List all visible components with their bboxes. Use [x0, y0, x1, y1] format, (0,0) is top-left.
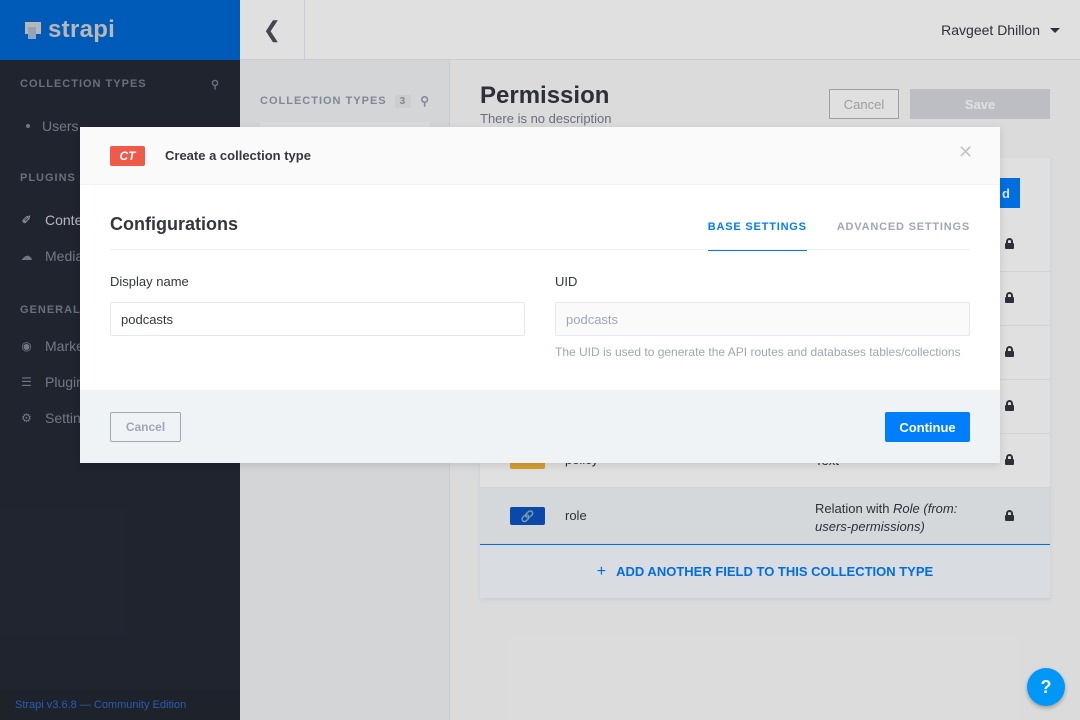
modal-footer: Cancel Continue [80, 390, 1000, 463]
ct-badge: CT [110, 145, 145, 166]
modal-cancel-button[interactable]: Cancel [110, 412, 181, 442]
uid-input[interactable]: podcasts [555, 302, 970, 336]
continue-button[interactable]: Continue [885, 412, 970, 442]
modal-title: Create a collection type [165, 148, 311, 163]
modal-header: CT Create a collection type ✕ [80, 127, 1000, 185]
uid-help-text: The UID is used to generate the API rout… [555, 345, 961, 359]
create-collection-type-modal: CT Create a collection type ✕ Configurat… [80, 127, 1000, 463]
tab-advanced-settings[interactable]: ADVANCED SETTINGS [837, 221, 970, 251]
divider [110, 249, 970, 250]
help-button[interactable]: ? [1027, 668, 1065, 706]
uid-label: UID [555, 274, 578, 289]
settings-tabs: BASE SETTINGS ADVANCED SETTINGS [678, 221, 970, 251]
configurations-title: Configurations [110, 214, 238, 234]
display-name-label: Display name [110, 274, 189, 289]
tab-base-settings[interactable]: BASE SETTINGS [707, 221, 807, 251]
close-icon[interactable]: ✕ [958, 143, 973, 161]
display-name-input[interactable]: podcasts [110, 302, 525, 336]
